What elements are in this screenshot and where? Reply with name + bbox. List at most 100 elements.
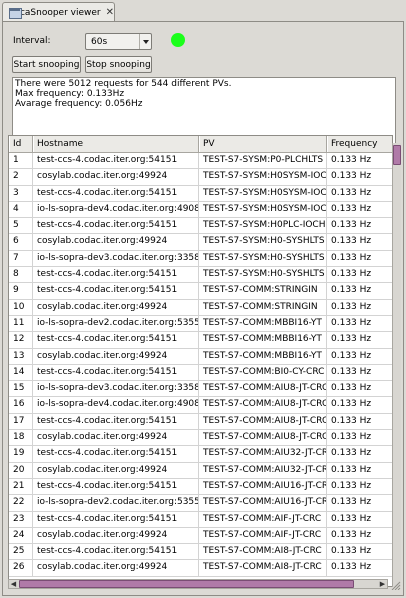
interval-label: Interval: bbox=[13, 36, 51, 46]
cell-pv: TEST-S7-SYSM:H0-SYSHLTS bbox=[199, 234, 327, 250]
table-row[interactable]: 17 test-ccs-4.codac.iter.org:54151 TEST-S7… bbox=[9, 413, 392, 431]
table-row[interactable]: 10 cosylab.codac.iter.org:49924 TEST-S7-CO… bbox=[9, 299, 392, 316]
table-row[interactable]: 22 io-ls-sopra-dev2.codac.iter.org:53551 T… bbox=[9, 495, 392, 512]
cell-id: 9 bbox=[9, 283, 33, 299]
cell-frequency: 0.133 Hz bbox=[327, 528, 392, 543]
cell-frequency: 0.133 Hz bbox=[327, 495, 392, 510]
vertical-scrollbar[interactable] bbox=[392, 143, 401, 587]
cell-id: 24 bbox=[9, 527, 33, 544]
cell-id: 7 bbox=[9, 250, 33, 267]
cell-id: 22 bbox=[9, 495, 33, 511]
cell-id: 6 bbox=[9, 234, 33, 250]
cell-hostname: cosylab.codac.iter.org:49924 bbox=[33, 348, 199, 364]
cell-pv: TEST-S7-COMM:AIU16-JT-CRC bbox=[199, 478, 327, 495]
cell-hostname: io-ls-sopra-dev4.codac.iter.org:49089 bbox=[33, 397, 199, 413]
horizontal-scroll-thumb[interactable] bbox=[19, 580, 354, 588]
table-row[interactable]: 16 io-ls-sopra-dev4.codac.iter.org:49089 T… bbox=[9, 397, 392, 414]
table-row[interactable]: 15 io-ls-sopra-dev3.codac.iter.org:33580 T… bbox=[9, 381, 392, 398]
resize-grip-icon[interactable] bbox=[389, 580, 401, 590]
cell-pv: TEST-S7-COMM:AIU32-JT-CRC bbox=[199, 462, 327, 478]
cell-hostname: test-ccs-4.codac.iter.org:54151 bbox=[33, 185, 199, 201]
cell-pv: TEST-S7-COMM:AIU8-JT-CRC bbox=[199, 413, 327, 430]
cell-frequency: 0.133 Hz bbox=[327, 202, 392, 217]
cell-id: 3 bbox=[9, 185, 33, 201]
vertical-scroll-thumb[interactable] bbox=[393, 145, 401, 165]
close-icon[interactable]: ✕ bbox=[106, 7, 114, 18]
cell-id: 8 bbox=[9, 267, 33, 283]
viewer-panel: Interval: 60s Start snooping Stop snoopi… bbox=[2, 21, 404, 596]
table-row[interactable]: 26 cosylab.codac.iter.org:49924 TEST-S7-CO… bbox=[9, 560, 392, 577]
table-row[interactable]: 23 test-ccs-4.codac.iter.org:54151 TEST-S7… bbox=[9, 511, 392, 528]
cell-frequency: 0.133 Hz bbox=[327, 267, 392, 282]
table-row[interactable]: 11 io-ls-sopra-dev2.codac.iter.org:53551 T… bbox=[9, 315, 392, 333]
table-row[interactable]: 8 test-ccs-4.codac.iter.org:54151 TEST-S7-… bbox=[9, 267, 392, 284]
summary-line-average-frequency: Avarage frequency: 0.056Hz bbox=[15, 99, 143, 109]
cell-pv: TEST-S7-SYSM:P0-PLCHLTS bbox=[199, 153, 327, 169]
cell-hostname: cosylab.codac.iter.org:49924 bbox=[33, 299, 199, 315]
stop-snooping-button[interactable]: Stop snooping bbox=[85, 56, 152, 73]
cell-pv: TEST-S7-COMM:MBBI16-YT bbox=[199, 348, 327, 364]
cell-frequency: 0.133 Hz bbox=[327, 414, 392, 429]
cell-frequency: 0.133 Hz bbox=[327, 365, 392, 380]
cell-hostname: test-ccs-4.codac.iter.org:54151 bbox=[33, 218, 199, 234]
requests-table: Id Hostname PV Frequency 1 test-ccs-4.cod… bbox=[8, 135, 393, 587]
cell-hostname: cosylab.codac.iter.org:49924 bbox=[33, 560, 199, 576]
cell-id: 16 bbox=[9, 397, 33, 413]
cell-hostname: cosylab.codac.iter.org:49924 bbox=[33, 430, 199, 446]
table-row[interactable]: 5 test-ccs-4.codac.iter.org:54151 TEST-S7-… bbox=[9, 218, 392, 235]
table-row[interactable]: 21 test-ccs-4.codac.iter.org:54151 TEST-S7… bbox=[9, 478, 392, 496]
start-snooping-button[interactable]: Start snooping bbox=[12, 56, 81, 73]
scroll-left-icon[interactable]: ◀ bbox=[9, 580, 18, 588]
cell-frequency: 0.133 Hz bbox=[327, 397, 392, 412]
tab-casnooper-viewer[interactable]: caSnooper viewer ✕ bbox=[2, 2, 115, 22]
cell-pv: TEST-S7-COMM:BI0-CY-CRC bbox=[199, 364, 327, 381]
table-row[interactable]: 9 test-ccs-4.codac.iter.org:54151 TEST-S7-… bbox=[9, 283, 392, 300]
cell-pv: TEST-S7-COMM:AIF-JT-CRC bbox=[199, 511, 327, 527]
cell-pv: TEST-S7-COMM:MBBI16-YT bbox=[199, 315, 327, 332]
cell-id: 26 bbox=[9, 560, 33, 576]
cell-hostname: test-ccs-4.codac.iter.org:54151 bbox=[33, 364, 199, 381]
column-header-hostname[interactable]: Hostname bbox=[33, 136, 199, 152]
column-header-frequency[interactable]: Frequency bbox=[327, 136, 392, 152]
cell-pv: TEST-S7-SYSM:H0SYSM-IOCHLTS bbox=[199, 185, 327, 201]
cell-frequency: 0.133 Hz bbox=[327, 153, 392, 168]
table-row[interactable]: 3 test-ccs-4.codac.iter.org:54151 TEST-S7-… bbox=[9, 185, 392, 202]
cell-pv: TEST-S7-SYSM:H0PLC-IOCHLTS bbox=[199, 218, 327, 234]
summary-line-max-frequency: Max frequency: 0.133Hz bbox=[15, 89, 125, 99]
table-row[interactable]: 1 test-ccs-4.codac.iter.org:54151 TEST-S7-… bbox=[9, 153, 392, 170]
cell-hostname: cosylab.codac.iter.org:49924 bbox=[33, 169, 199, 185]
table-row[interactable]: 4 io-ls-sopra-dev4.codac.iter.org:49089 TE… bbox=[9, 201, 392, 219]
cell-hostname: test-ccs-4.codac.iter.org:54151 bbox=[33, 544, 199, 560]
table-row[interactable]: 12 test-ccs-4.codac.iter.org:54151 TEST-S7… bbox=[9, 332, 392, 349]
cell-frequency: 0.133 Hz bbox=[327, 186, 392, 201]
cell-frequency: 0.133 Hz bbox=[327, 169, 392, 184]
table-row[interactable]: 18 cosylab.codac.iter.org:49924 TEST-S7-CO… bbox=[9, 430, 392, 447]
table-row[interactable]: 14 test-ccs-4.codac.iter.org:54151 TEST-S7… bbox=[9, 364, 392, 382]
cell-hostname: test-ccs-4.codac.iter.org:54151 bbox=[33, 511, 199, 527]
table-row[interactable]: 25 test-ccs-4.codac.iter.org:54151 TEST-S7… bbox=[9, 544, 392, 561]
cell-hostname: io-ls-sopra-dev2.codac.iter.org:53551 bbox=[33, 315, 199, 332]
table-row[interactable]: 24 cosylab.codac.iter.org:49924 TEST-S7-CO… bbox=[9, 527, 392, 545]
column-header-pv[interactable]: PV bbox=[199, 136, 327, 152]
cell-id: 12 bbox=[9, 332, 33, 348]
cell-id: 15 bbox=[9, 381, 33, 397]
cell-id: 5 bbox=[9, 218, 33, 234]
cell-frequency: 0.133 Hz bbox=[327, 463, 392, 478]
summary-line-requests: There were 5012 requests for 544 differe… bbox=[15, 79, 232, 89]
table-row[interactable]: 20 cosylab.codac.iter.org:49924 TEST-S7-CO… bbox=[9, 462, 392, 479]
cell-id: 17 bbox=[9, 413, 33, 430]
cell-frequency: 0.133 Hz bbox=[327, 446, 392, 461]
table-row[interactable]: 6 cosylab.codac.iter.org:49924 TEST-S7-SYS… bbox=[9, 234, 392, 251]
cell-frequency: 0.133 Hz bbox=[327, 316, 392, 331]
cell-pv: TEST-S7-COMM:MBBI16-YT bbox=[199, 332, 327, 348]
table-row[interactable]: 2 cosylab.codac.iter.org:49924 TEST-S7-SYS… bbox=[9, 169, 392, 186]
interval-select[interactable]: 60s bbox=[85, 33, 152, 50]
scroll-right-icon[interactable]: ▶ bbox=[378, 580, 387, 588]
table-row[interactable]: 13 cosylab.codac.iter.org:49924 TEST-S7-CO… bbox=[9, 348, 392, 365]
horizontal-scrollbar[interactable]: ◀ ▶ bbox=[8, 579, 388, 589]
table-row[interactable]: 7 io-ls-sopra-dev3.codac.iter.org:33580 TE… bbox=[9, 250, 392, 268]
table-row[interactable]: 19 test-ccs-4.codac.iter.org:54151 TEST-S7… bbox=[9, 446, 392, 463]
column-header-id[interactable]: Id bbox=[9, 136, 33, 152]
interval-value: 60s bbox=[91, 36, 108, 47]
tab-bar: caSnooper viewer ✕ bbox=[0, 0, 406, 22]
